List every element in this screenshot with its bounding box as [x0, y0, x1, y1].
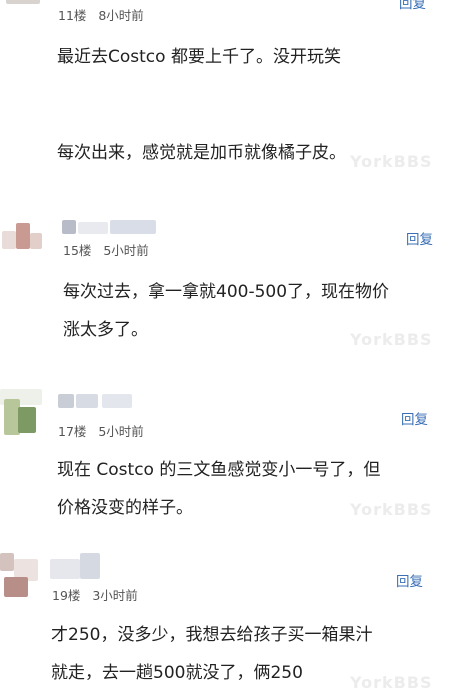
- reply-button[interactable]: 回复: [401, 408, 428, 428]
- comment-item: 19楼 3小时前 回复 才250，没多少，我想去给孩子买一箱果汁 就走，去一趟5…: [0, 545, 452, 692]
- watermark: YorkBBS: [350, 673, 433, 692]
- timestamp: 3小时前: [92, 588, 138, 603]
- floor-number: 19楼: [52, 588, 81, 603]
- comment-item: 15楼 5小时前 回复 每次过去，拿一拿就400-500了，现在物价 涨太多了。…: [0, 200, 452, 360]
- comment-line: 每次过去，拿一拿就400-500了，现在物价: [63, 282, 390, 302]
- comment-meta: 17楼 5小时前: [58, 421, 144, 440]
- username-blurred[interactable]: [50, 551, 160, 581]
- floor-number: 17楼: [58, 424, 87, 439]
- reply-button[interactable]: 回复: [399, 0, 426, 12]
- floor-number: 11楼: [58, 8, 87, 23]
- comment-meta: 11楼 8小时前: [58, 5, 144, 24]
- comment-line: [57, 76, 447, 114]
- comment-item: 11楼 8小时前 回复 最近去Costco 都要上千了。没开玩笑 每次出来，感觉…: [0, 0, 452, 185]
- avatar[interactable]: [0, 553, 40, 599]
- comment-meta: 15楼 5小时前: [63, 240, 149, 259]
- watermark: YorkBBS: [350, 500, 433, 519]
- username-blurred[interactable]: [62, 218, 172, 236]
- username-blurred[interactable]: [58, 392, 168, 410]
- avatar[interactable]: [6, 0, 40, 4]
- avatar[interactable]: [2, 215, 42, 255]
- timestamp: 5小时前: [98, 424, 144, 439]
- reply-button[interactable]: 回复: [406, 228, 433, 248]
- timestamp: 8小时前: [98, 8, 144, 23]
- timestamp: 5小时前: [103, 243, 149, 258]
- watermark: YorkBBS: [350, 152, 433, 171]
- comment-line: 最近去Costco 都要上千了。没开玩笑: [57, 47, 341, 67]
- reply-button[interactable]: 回复: [396, 570, 423, 590]
- comment-meta: 19楼 3小时前: [52, 585, 138, 604]
- comment-item: 17楼 5小时前 回复 现在 Costco 的三文鱼感觉变小一号了，但 价格没变…: [0, 375, 452, 540]
- avatar[interactable]: [0, 389, 42, 437]
- watermark: YorkBBS: [350, 330, 433, 349]
- floor-number: 15楼: [63, 243, 92, 258]
- comment-line: 才250，没多少，我想去给孩子买一箱果汁: [51, 625, 373, 645]
- comment-line: 现在 Costco 的三文鱼感觉变小一号了，但: [57, 460, 381, 480]
